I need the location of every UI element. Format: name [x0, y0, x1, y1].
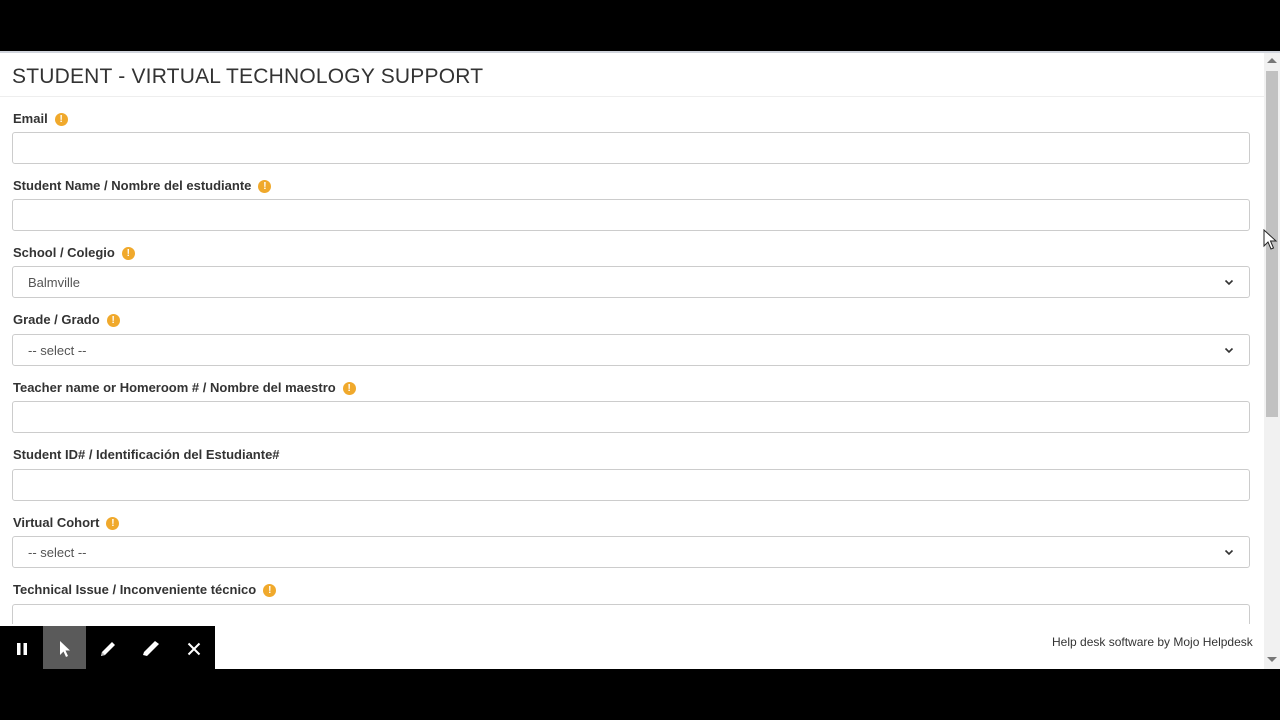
required-icon: !	[106, 516, 120, 530]
bottom-letterbox	[0, 669, 1280, 720]
footer-link[interactable]: Help desk software by Mojo Helpdesk	[1052, 635, 1253, 649]
grade-select[interactable]: -- select --	[12, 334, 1250, 366]
scroll-up-arrow-icon[interactable]	[1267, 58, 1277, 63]
technical-issue-field[interactable]	[12, 604, 1250, 624]
required-icon: !	[54, 112, 68, 126]
top-letterbox	[0, 0, 1280, 51]
student-id-label: Student ID# / Identificación del Estudia…	[13, 447, 280, 462]
email-field[interactable]	[12, 132, 1250, 164]
virtual-cohort-select-value: -- select --	[28, 544, 87, 560]
pencil-icon	[100, 641, 115, 656]
teacher-label: Teacher name or Homeroom # / Nombre del …	[13, 379, 356, 397]
required-icon: !	[263, 583, 277, 597]
pointer-icon	[59, 640, 70, 657]
scroll-down-arrow-icon[interactable]	[1267, 657, 1277, 662]
chevron-down-icon	[1224, 347, 1234, 354]
school-label: School / Colegio !	[13, 244, 135, 262]
virtual-cohort-select[interactable]: -- select --	[12, 536, 1250, 568]
virtual-cohort-label: Virtual Cohort !	[13, 514, 120, 532]
close-icon	[187, 642, 200, 655]
required-icon: !	[121, 246, 135, 260]
browser-viewport: STUDENT - VIRTUAL TECHNOLOGY SUPPORT Ema…	[0, 51, 1280, 669]
grade-select-value: -- select --	[28, 342, 87, 358]
page-title: STUDENT - VIRTUAL TECHNOLOGY SUPPORT	[12, 65, 484, 88]
chevron-down-icon	[1224, 279, 1234, 286]
annotation-toolbar	[0, 626, 215, 669]
page-header: STUDENT - VIRTUAL TECHNOLOGY SUPPORT	[0, 53, 1264, 97]
grade-label: Grade / Grado !	[13, 311, 120, 329]
technical-issue-label: Technical Issue / Inconveniente técnico …	[13, 581, 277, 599]
pause-button[interactable]	[0, 626, 43, 669]
pointer-button[interactable]	[43, 626, 86, 669]
vertical-scrollbar[interactable]	[1264, 53, 1280, 669]
required-icon: !	[342, 381, 356, 395]
school-select[interactable]: Balmville	[12, 266, 1250, 298]
pause-icon	[16, 642, 27, 655]
teacher-field[interactable]	[12, 401, 1250, 433]
close-button[interactable]	[172, 626, 215, 669]
highlighter-icon	[142, 640, 159, 656]
pencil-button[interactable]	[86, 626, 129, 669]
student-name-field[interactable]	[12, 199, 1250, 231]
chevron-down-icon	[1224, 549, 1234, 556]
required-icon: !	[106, 313, 120, 327]
mouse-cursor-icon	[1263, 229, 1278, 250]
student-name-label: Student Name / Nombre del estudiante !	[13, 177, 272, 195]
school-select-value: Balmville	[28, 274, 81, 290]
highlighter-button[interactable]	[129, 626, 172, 669]
required-icon: !	[258, 179, 272, 193]
email-label: Email !	[13, 110, 68, 128]
student-id-field[interactable]	[12, 469, 1250, 501]
